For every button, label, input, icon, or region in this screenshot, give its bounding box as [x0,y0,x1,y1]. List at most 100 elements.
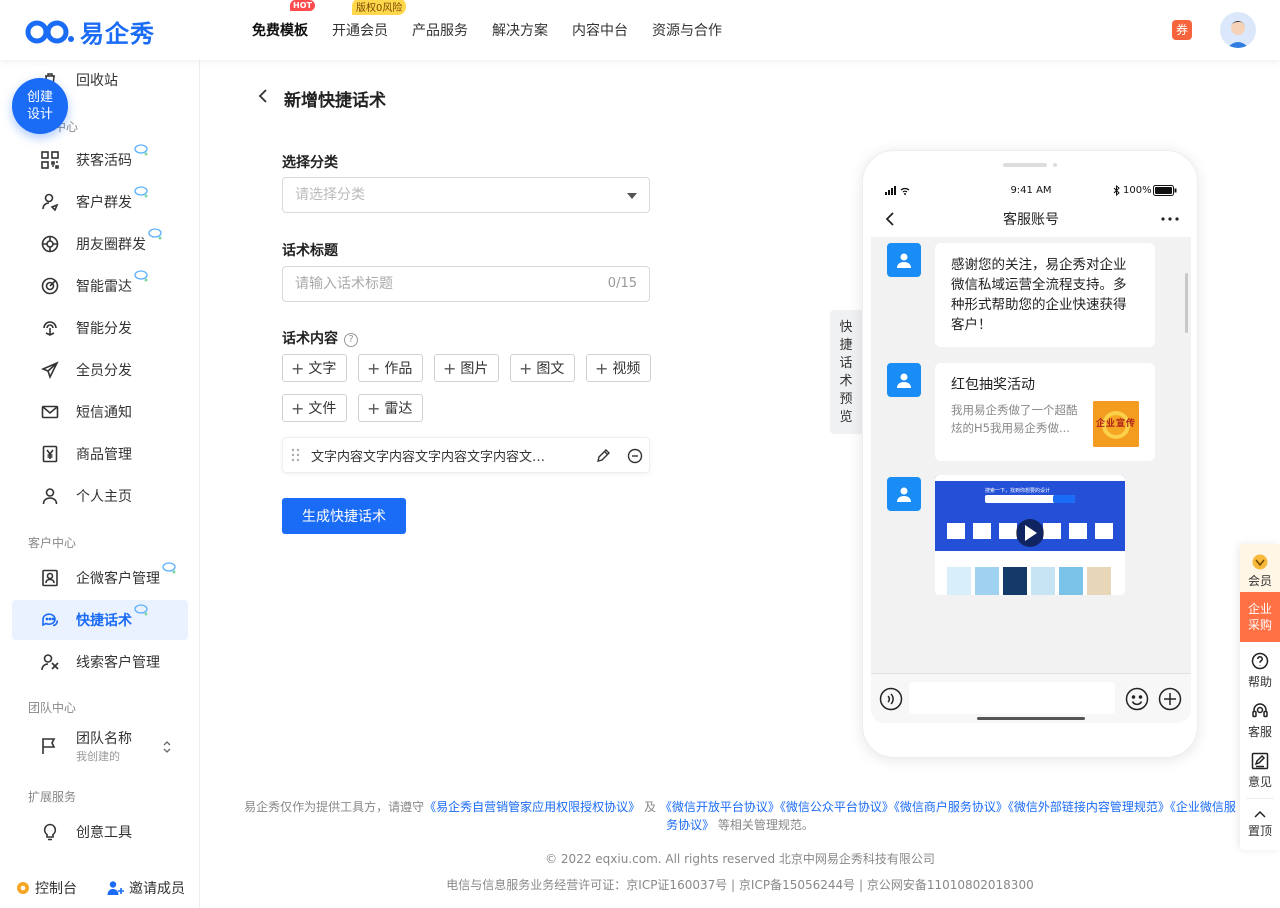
users-icon [40,652,60,672]
new-chat-icon [148,228,162,244]
sidebar-item-homepage[interactable]: 个人主页 [12,476,188,516]
enterprise-purchase-button[interactable]: 企业 采购 [1240,592,1280,642]
chip-label: 视频 [612,361,641,377]
sidebar-item-creative-tools[interactable]: 创意工具 [12,812,188,852]
remove-circle-icon[interactable] [627,448,643,464]
chat-message-input[interactable] [909,682,1115,714]
customer-service-button[interactable]: 客服 [1240,702,1280,742]
user-avatar[interactable] [1220,12,1256,48]
nav-free-templates[interactable]: HOT 免费模板 [252,0,315,40]
right-float-toolbar: 会员 企业 采购 帮助 客服 意见 置顶 [1240,544,1280,850]
title-input[interactable] [295,276,595,292]
add-file-button[interactable]: + 文件 [282,394,348,422]
emoji-icon[interactable] [1125,687,1149,711]
plus-icon: + [595,358,609,378]
add-video-button[interactable]: + 视频 [586,354,652,382]
paper-plane-icon [40,360,60,380]
brand-logo[interactable]: 易企秀 [24,14,155,49]
person-icon [897,373,911,388]
sidebar-item-all-distribute[interactable]: 全员分发 [12,350,188,390]
sidebar-item-qrcode[interactable]: 获客活码 [12,140,188,180]
new-chat-icon [134,270,148,286]
mail-icon [40,402,60,422]
new-chat-icon [134,186,148,202]
sidebar-group-team: 团队中心 [28,701,77,715]
vip-button[interactable]: 会员 [1240,544,1280,592]
main-content: 新增快捷话术 选择分类 请选择分类 话术标题 0/15 话术内容? +文字 +作… [200,60,1280,908]
create-design-label: 创建 设计 [26,90,53,122]
back-to-top-button[interactable]: 置顶 [1240,808,1280,848]
voice-icon[interactable] [879,687,903,711]
chip-label: 文件 [308,401,337,417]
nav-resources[interactable]: 资源与合作 [652,20,722,40]
coupon-icon[interactable]: 券 [1172,20,1192,40]
sidebar-item-customer-broadcast[interactable]: 客户群发 [12,182,188,222]
nav-label: 产品服务 [412,23,468,39]
console-label: 控制台 [35,881,77,897]
nav-content-platform[interactable]: 内容中台 [572,20,628,40]
authorization-agreement-link[interactable]: 《易企秀自营销管家应用权限授权协议》 [424,800,640,814]
add-work-button[interactable]: + 作品 [358,354,424,382]
console-link[interactable]: 控制台 [15,878,77,898]
back-arrow-icon[interactable] [256,88,270,104]
sidebar-item-sms[interactable]: 短信通知 [12,392,188,432]
add-image-button[interactable]: + 图片 [434,354,500,382]
sidebar-item-quick-replies[interactable]: 快捷话术 [12,600,188,640]
team-switcher[interactable]: 团队名称 我创建的 [40,726,188,766]
sidebar-item-label: 全员分发 [76,363,132,379]
plus-icon: + [291,358,305,378]
edit-pencil-icon[interactable] [595,448,611,464]
video-search-text: 搜索一下，找到你想要的设计 [985,488,1051,494]
help-icon[interactable]: ? [344,333,358,347]
generate-quick-reply-button[interactable]: 生成快捷话术 [282,498,406,534]
flag-icon [42,738,56,754]
preview-tab-char: 捷 [839,338,853,353]
legal-prefix: 易企秀仅作为提供工具方，请遵守 [244,800,425,814]
plus-circle-icon[interactable] [1158,687,1182,711]
sidebar-item-smart-radar[interactable]: 智能雷达 [12,266,188,306]
more-dots-icon[interactable] [1161,217,1179,221]
phone-preview: 9:41 AM 100% 客服账号 感谢您的关注，易企秀对企业微信私域运营全流程… [862,150,1198,758]
preview-tab-char: 预 [839,392,853,407]
drag-handle-icon[interactable] [291,448,301,462]
sidebar-item-label: 智能分发 [76,321,132,337]
title-field[interactable]: 0/15 [282,266,650,302]
sidebar-item-products[interactable]: 商品管理 [12,434,188,474]
video-message[interactable]: 搜索一下，找到你想要的设计 [935,475,1125,595]
hot-badge: HOT [290,0,315,11]
title-char-counter: 0/15 [607,276,637,291]
user-send-icon [40,192,60,212]
sidebar-item-smart-distribute[interactable]: 智能分发 [12,308,188,348]
chat-title: 客服账号 [1003,212,1059,228]
page-title: 新增快捷话术 [284,91,386,111]
quick-reply-preview-tab[interactable]: 快 捷 话 术 预 览 [830,310,862,434]
top-navigation-bar: 易企秀 HOT 免费模板 版权0风险 开通会员 产品服务 解决方案 内容中台 资… [0,0,1280,60]
link-card-message[interactable]: 红包抽奖活动 我用易企秀做了一个超酷炫的H5我用易企秀做... 企业宣传 [935,363,1155,461]
bluetooth-icon [1113,185,1120,196]
sidebar-item-label: 企微客户管理 [76,571,160,587]
sidebar-item-leads[interactable]: 线索客户管理 [12,642,188,682]
add-text-button[interactable]: + 文字 [282,354,348,382]
sidebar-item-wecom-customers[interactable]: 企微客户管理 [12,558,188,598]
nav-membership[interactable]: 版权0风险 开通会员 [332,0,407,40]
add-radar-button[interactable]: + 雷达 [358,394,424,422]
category-select[interactable]: 请选择分类 [282,177,650,213]
feedback-button[interactable]: 意见 [1240,752,1280,792]
help-button[interactable]: 帮助 [1240,652,1280,692]
content-item-row[interactable]: 文字内容文字内容文字内容文字内容文字... [282,437,650,473]
content-item-text: 文字内容文字内容文字内容文字内容文字... [311,449,551,465]
person-icon [40,486,60,506]
nav-solutions[interactable]: 解决方案 [492,20,548,40]
create-design-button[interactable]: 创建 设计 [12,78,68,134]
sidebar-item-moments-broadcast[interactable]: 朋友圈群发 [12,224,188,264]
content-label: 话术内容 [282,331,338,347]
feedback-edit-icon [1251,752,1269,770]
invite-member-link[interactable]: 邀请成员 [107,878,185,898]
avatar-icon [1220,12,1256,48]
add-article-button[interactable]: + 图文 [510,354,576,382]
vip-crown-icon [1252,554,1268,570]
logo-text: 易企秀 [80,20,155,48]
nav-products[interactable]: 产品服务 [412,20,468,40]
chip-label: 作品 [384,361,413,377]
chat-scrollbar[interactable] [1185,273,1188,333]
